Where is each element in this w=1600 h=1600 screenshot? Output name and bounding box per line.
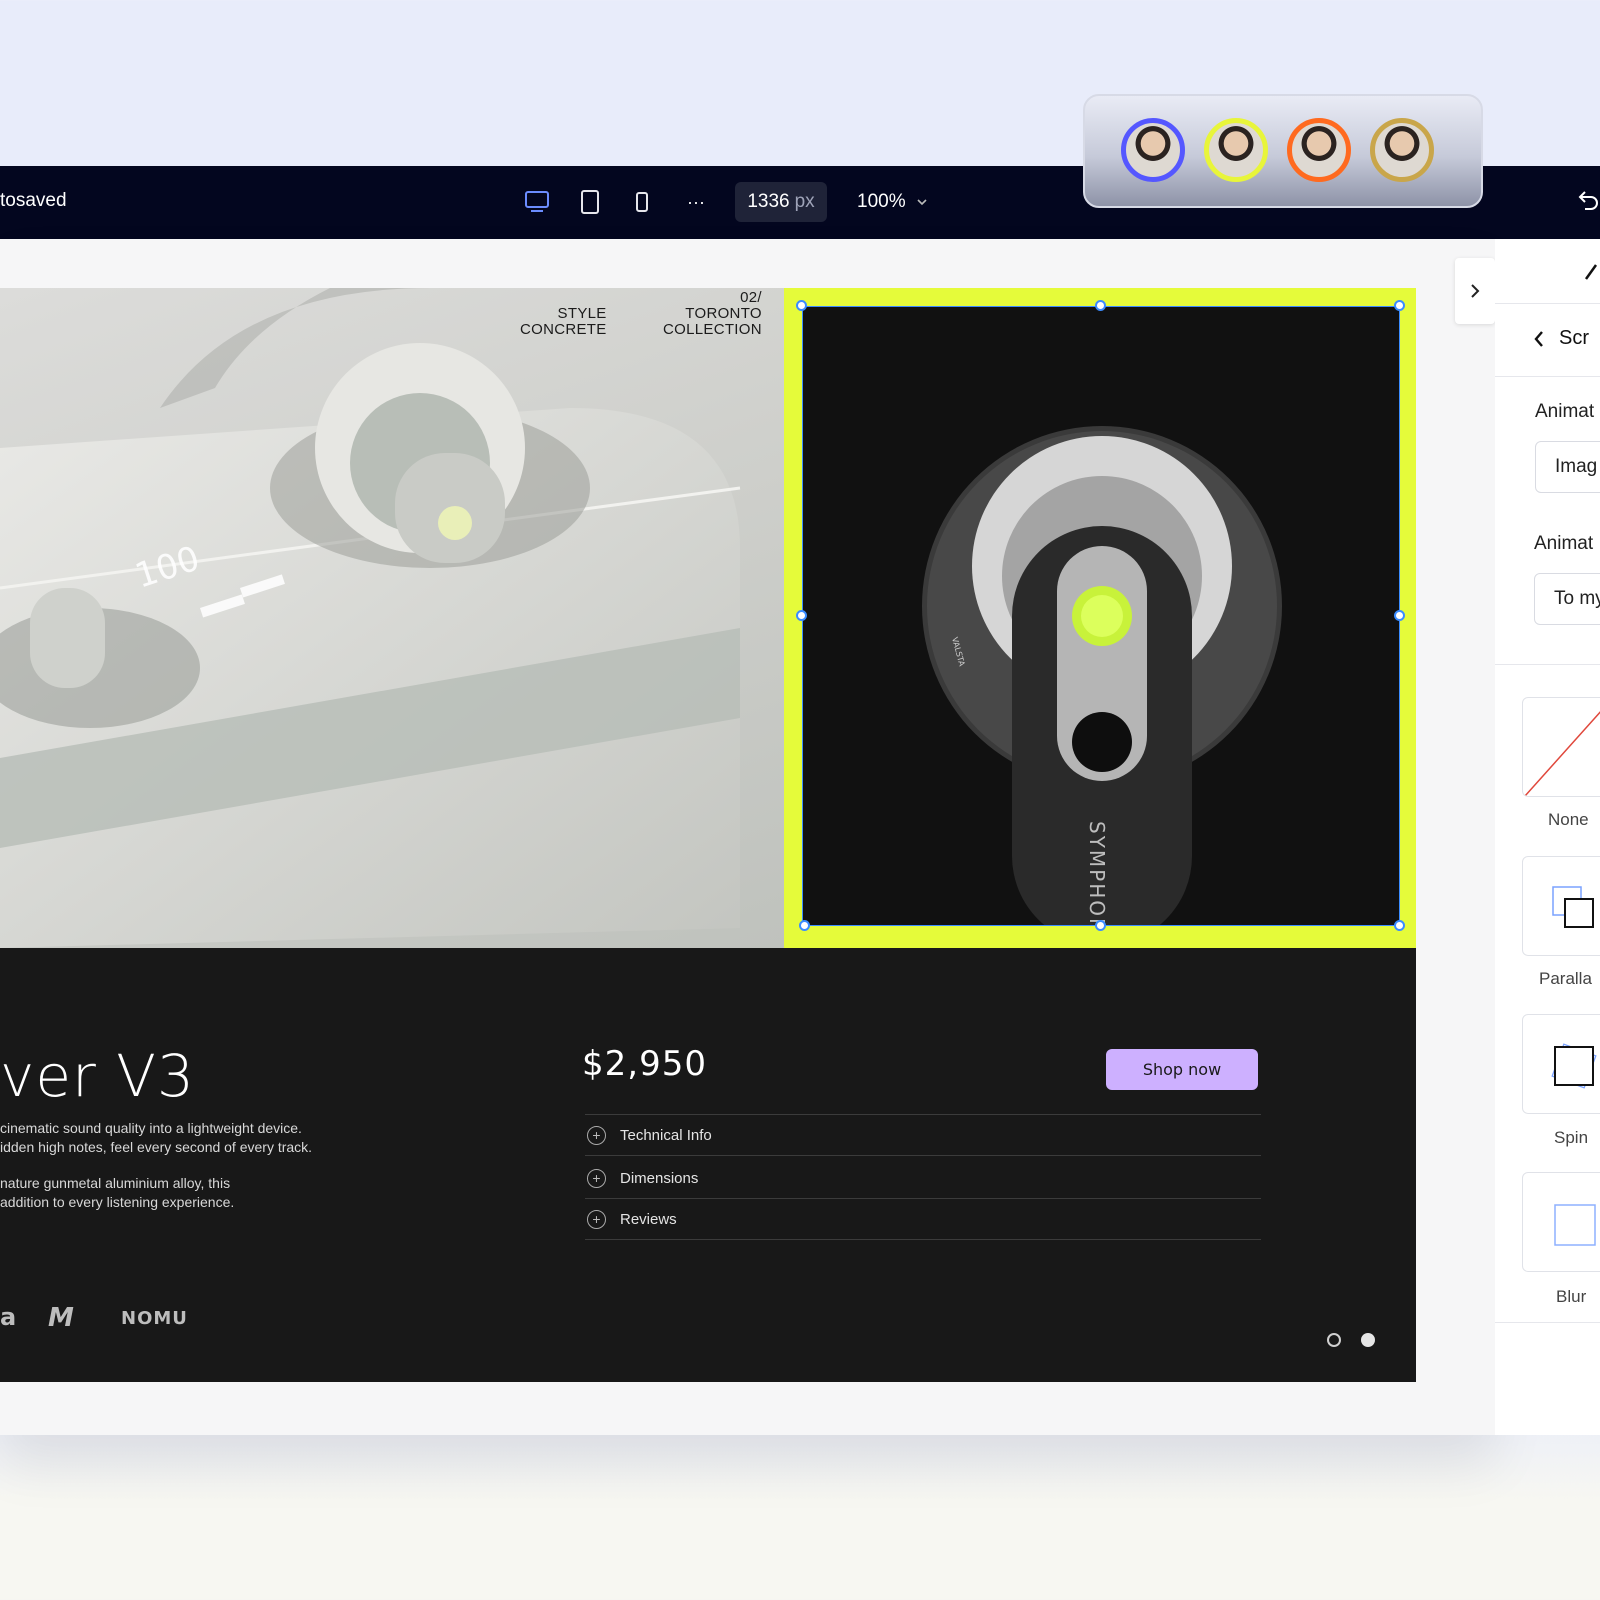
brand-logo: a [0, 1303, 17, 1331]
accordion-reviews[interactable]: + Reviews [585, 1199, 1261, 1239]
earbuds-case-illustration: 100 [0, 288, 741, 948]
collection-label: 02/ TORONTO COLLECTION [663, 289, 762, 338]
resize-handle[interactable] [799, 920, 810, 931]
shop-now-button[interactable]: Shop now [1106, 1049, 1258, 1090]
spin-effect-icon [1551, 1043, 1597, 1089]
divider [1495, 664, 1600, 665]
accordion-technical-info[interactable]: + Technical Info [585, 1115, 1261, 1155]
plus-circle-icon: + [587, 1125, 606, 1145]
divider [1495, 376, 1600, 377]
canvas-width-unit: px [794, 191, 815, 212]
chevron-down-icon [917, 199, 927, 206]
chevron-left-icon [1534, 330, 1543, 347]
carousel-dot[interactable] [1327, 1333, 1341, 1347]
divider [1495, 1322, 1600, 1323]
hero-image-earbuds-case[interactable]: 100 STYLE CONCRETE 02/ TORONTO COLLECTIO… [0, 288, 784, 948]
effect-caption: Spin [1554, 1128, 1589, 1147]
resize-handle[interactable] [796, 610, 807, 621]
more-options-icon[interactable]: ··· [682, 188, 710, 216]
product-description: nature gunmetal aluminium alloy, this ad… [0, 1175, 235, 1210]
panel-back-header[interactable]: Scr [1533, 327, 1589, 350]
resize-handle[interactable] [1394, 610, 1405, 621]
brand-logo: NOMU [121, 1308, 188, 1329]
avatar[interactable] [1287, 118, 1351, 182]
effect-parallax-card[interactable] [1522, 856, 1600, 956]
canvas-width-field[interactable]: 1336 px [735, 182, 827, 222]
divider [1495, 303, 1600, 304]
product-title: ver V3 [0, 1042, 195, 1110]
animation-label: Animat [1535, 401, 1595, 422]
avatar[interactable] [1370, 118, 1434, 182]
divider [585, 1239, 1261, 1240]
avatar[interactable] [1121, 118, 1185, 182]
avatar[interactable] [1204, 118, 1268, 182]
effect-caption: Blur [1556, 1287, 1587, 1306]
animation-target-select[interactable]: Imag [1535, 441, 1600, 493]
resize-handle[interactable] [1095, 920, 1106, 931]
desktop-view-icon[interactable] [523, 188, 551, 216]
animation-label: Animat [1534, 533, 1594, 554]
plus-circle-icon: + [587, 1168, 606, 1188]
carousel-dot-active[interactable] [1361, 1333, 1375, 1347]
autosave-status: tosaved [0, 190, 67, 211]
tablet-view-icon[interactable] [576, 188, 604, 216]
blur-effect-icon [1554, 1204, 1596, 1246]
selected-image-frame[interactable]: SYMPHON VALSTA [784, 288, 1416, 948]
effect-blur-card[interactable] [1522, 1172, 1600, 1272]
divider [585, 1155, 1261, 1156]
resize-handle[interactable] [1394, 300, 1405, 311]
plus-circle-icon: + [587, 1209, 606, 1229]
product-description: cinematic sound quality into a lightweig… [0, 1120, 313, 1155]
effect-none-card[interactable] [1522, 697, 1600, 797]
zoom-dropdown[interactable]: 100% [857, 191, 928, 213]
animation-trigger-select[interactable]: To my [1534, 573, 1600, 625]
design-canvas: 100 STYLE CONCRETE 02/ TORONTO COLLECTIO… [0, 239, 1495, 1435]
chevron-right-icon [1471, 284, 1480, 298]
effect-spin-card[interactable] [1522, 1014, 1600, 1114]
undo-icon[interactable] [1575, 188, 1600, 219]
mobile-view-icon[interactable] [628, 188, 656, 216]
product-info-section: ver V3 cinematic sound quality into a li… [0, 948, 1416, 1382]
canvas-width-value: 1336 [747, 191, 790, 212]
panel-toggle-button[interactable] [1455, 258, 1495, 324]
effect-caption: Paralla [1539, 969, 1592, 988]
effect-caption: None [1548, 810, 1589, 829]
collaborators-card [1083, 94, 1483, 208]
style-label: STYLE CONCRETE [520, 305, 607, 338]
product-price: $2,950 [582, 1044, 707, 1084]
zoom-value: 100% [857, 191, 906, 212]
animation-panel: Scr Animat Imag Animat To my None Parall… [1495, 239, 1600, 1435]
none-effect-icon [1524, 711, 1600, 796]
resize-handle[interactable] [1394, 920, 1405, 931]
selection-outline [802, 306, 1400, 926]
parallax-effect-icon [1552, 886, 1594, 928]
resize-handle[interactable] [1095, 300, 1106, 311]
brand-logo: M [48, 1303, 74, 1333]
resize-handle[interactable] [796, 300, 807, 311]
accordion-dimensions[interactable]: + Dimensions [585, 1158, 1261, 1198]
brush-icon[interactable] [1582, 261, 1600, 283]
